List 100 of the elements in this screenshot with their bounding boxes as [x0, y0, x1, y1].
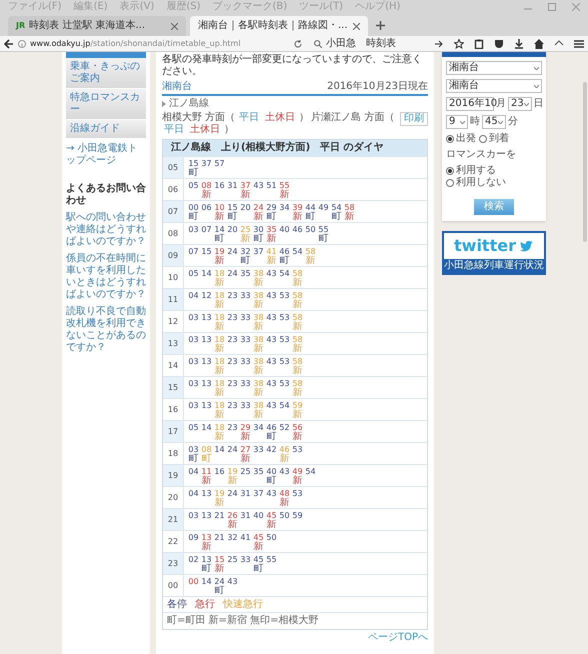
search-field[interactable]: 小田急 時刻表: [314, 38, 424, 48]
departure-minute: 53: [279, 357, 290, 366]
departure-minute: 53: [292, 489, 303, 498]
departure-minute: 58: [292, 269, 303, 278]
destination-mark: 新: [202, 190, 212, 200]
select-field[interactable]: 9: [446, 115, 468, 129]
departure-minute: 14: [201, 577, 212, 586]
select-field[interactable]: 湘南台: [446, 61, 542, 75]
tab-logo: JR: [16, 22, 26, 30]
departure-minute: 49: [318, 203, 329, 212]
select-field[interactable]: 湘南台: [446, 79, 542, 93]
new-tab-icon[interactable]: [376, 21, 385, 30]
departure-minute: 13: [201, 489, 212, 498]
sidebar-menu-item[interactable]: 乗車・きっぷのご案内: [66, 58, 146, 89]
departure-minute: 13: [201, 533, 212, 542]
print-button[interactable]: 印刷: [400, 112, 428, 126]
destination-mark: 新: [292, 212, 302, 222]
shield-icon[interactable]: [494, 38, 504, 48]
departure-minute: 03: [188, 335, 199, 344]
destination-mark: 町: [306, 212, 316, 222]
departure-minute: 24: [227, 489, 238, 498]
departure-minute: 21: [214, 511, 225, 520]
direction-link[interactable]: 平日: [239, 112, 260, 124]
direction-link[interactable]: 土休日: [265, 112, 296, 124]
faq-link[interactable]: 係員の不在時間に車いすを利用したいときはどうすればよいのですか？: [66, 253, 146, 301]
departure-minute: 43: [266, 335, 277, 344]
top-page-link[interactable]: → 小田急電鉄トップページ: [66, 143, 146, 167]
caret-icon: [524, 102, 529, 106]
departure-minute: 19: [214, 489, 225, 498]
back-arrow-icon[interactable]: [4, 38, 14, 48]
info-icon[interactable]: [18, 40, 26, 48]
departure-minute: 08: [201, 181, 212, 190]
url-text[interactable]: www.odakyu.jp/station/shonandai/timetable_up.html: [30, 38, 241, 50]
download-icon[interactable]: [514, 38, 524, 48]
sidebar-menu-item[interactable]: 沿線ガイド: [66, 120, 146, 139]
go-arrow-icon[interactable]: [434, 38, 444, 48]
search-button[interactable]: 検索: [474, 199, 514, 215]
departure-minute: 24: [253, 203, 264, 212]
radio-button[interactable]: [446, 179, 454, 187]
destination-mark: 新: [292, 476, 302, 486]
select-field[interactable]: 2016年10: [446, 97, 494, 111]
legend-note: 町=町田 新=新宿 無印=相模大野: [163, 612, 427, 629]
sidebar-menu-item[interactable]: 特急ロマンスカー: [66, 89, 146, 120]
destination-mark: 町: [280, 256, 290, 266]
destination-mark: 新: [214, 564, 224, 574]
destination-mark: 新: [214, 432, 224, 442]
destination-mark: 町: [202, 564, 212, 574]
home-icon[interactable]: [534, 38, 544, 48]
twitter-banner[interactable]: twitter 小田急線列車運行状況: [442, 231, 546, 275]
radio-button[interactable]: [446, 167, 454, 175]
radio-button[interactable]: [446, 135, 454, 143]
departure-minute: 25: [240, 467, 251, 476]
departure-minute: 25: [227, 555, 238, 564]
legend-item: 急行: [195, 600, 215, 610]
departure-minute: 50: [279, 511, 290, 520]
select-field[interactable]: 23: [508, 97, 532, 111]
destination-mark: 新: [228, 520, 238, 530]
destination-mark: 新: [292, 344, 302, 354]
departure-minute: 03: [188, 511, 199, 520]
direction-label: 相模大野 方面（: [162, 112, 236, 124]
as-of-date: 2016年10月23日現在: [327, 81, 428, 93]
departure-minute: 41: [266, 247, 277, 256]
departure-minute: 55: [279, 181, 290, 190]
destination-mark: 新: [280, 454, 290, 464]
close-icon[interactable]: [353, 22, 360, 30]
destination-mark: 新: [292, 410, 302, 420]
menu-icon[interactable]: [574, 38, 584, 48]
faq-link[interactable]: 読取り不良で自動改札機を利用できないことがあるのですか？: [66, 306, 146, 354]
faq-heading: よくあるお問い合わせ: [66, 183, 146, 207]
clipboard-icon[interactable]: [474, 38, 484, 48]
departure-minute: 09: [188, 533, 199, 542]
destination-mark: 新: [240, 432, 250, 442]
departure-minute: 19: [214, 247, 225, 256]
direction-link[interactable]: 土休日: [190, 124, 220, 136]
departure-minute: 24: [214, 577, 225, 586]
departure-minute: 41: [240, 533, 251, 542]
page-top-link[interactable]: ページTOPへ: [368, 632, 428, 644]
reload-icon[interactable]: [294, 40, 302, 48]
select-field[interactable]: 45: [482, 115, 506, 129]
close-icon[interactable]: [171, 22, 178, 30]
departure-minute: 56: [292, 423, 303, 432]
browser-tab[interactable]: 湘南台｜各駅時刻表｜路線図・...: [190, 16, 368, 36]
star-icon[interactable]: [454, 38, 464, 48]
departure-minute: 03: [188, 225, 199, 234]
line-link[interactable]: 江ノ島線: [169, 98, 209, 110]
caret-icon: [460, 120, 465, 124]
departure-minute: 54: [292, 247, 303, 256]
departure-minute: 16: [214, 467, 225, 476]
direction-link[interactable]: 平日: [164, 124, 184, 136]
faq-link[interactable]: 駅への問い合わせや連絡はどうすればよいのですか？: [66, 212, 146, 248]
departure-minute: 18: [214, 423, 225, 432]
departure-minute: 38: [253, 313, 264, 322]
browser-tab[interactable]: JR 時刻表 辻堂駅 東海道本...: [8, 16, 186, 36]
radio-button[interactable]: [479, 135, 487, 143]
departure-minute: 18: [214, 313, 225, 322]
departure-minute: 13: [201, 511, 212, 520]
departure-minute: 15: [214, 555, 225, 564]
departure-minute: 40: [253, 511, 264, 520]
destination-mark: 町: [228, 212, 238, 222]
departure-minute: 48: [279, 489, 290, 498]
